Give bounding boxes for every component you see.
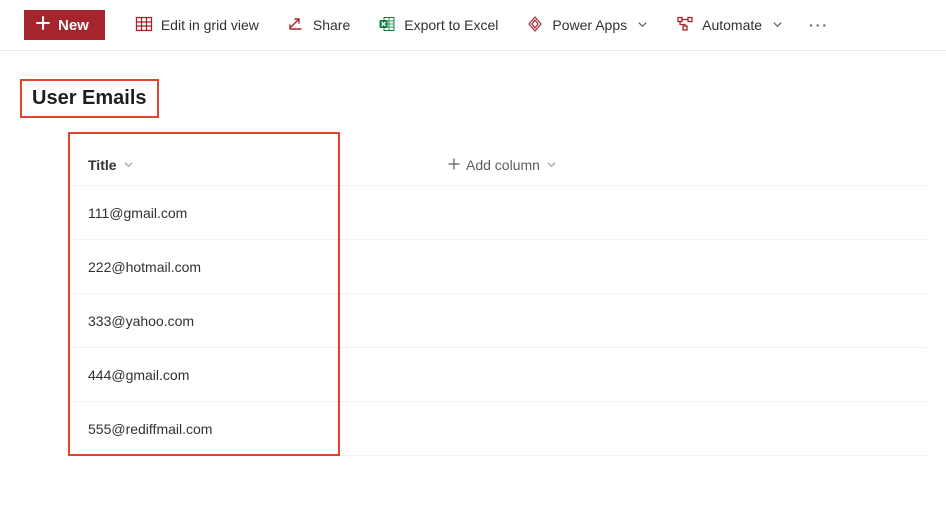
new-button-label: New xyxy=(58,17,89,34)
list-cell-title[interactable]: 555@rediffmail.com xyxy=(68,421,448,437)
automate-label: Automate xyxy=(702,17,762,33)
power-apps-button[interactable]: Power Apps xyxy=(516,11,658,40)
list-row[interactable]: 333@yahoo.com xyxy=(68,294,926,348)
chevron-down-icon xyxy=(123,157,134,173)
new-button[interactable]: New xyxy=(24,10,105,40)
column-header-title-label: Title xyxy=(88,157,117,173)
grid-icon xyxy=(135,15,153,36)
list-row[interactable]: 111@gmail.com xyxy=(68,186,926,240)
export-excel-label: Export to Excel xyxy=(404,17,498,33)
command-bar: New Edit in grid view Share xyxy=(0,0,946,51)
plus-icon xyxy=(36,16,50,34)
flow-icon xyxy=(676,15,694,36)
chevron-down-icon xyxy=(637,17,648,33)
share-icon xyxy=(287,15,305,36)
list-cell-title[interactable]: 333@yahoo.com xyxy=(68,313,448,329)
excel-icon xyxy=(378,15,396,36)
add-column-button[interactable]: Add column xyxy=(448,157,557,173)
power-apps-icon xyxy=(526,15,544,36)
column-header-row: Title Add column xyxy=(68,144,926,186)
share-button[interactable]: Share xyxy=(277,11,360,40)
plus-icon xyxy=(448,157,460,173)
list-cell-title[interactable]: 444@gmail.com xyxy=(68,367,448,383)
list-row[interactable]: 555@rediffmail.com xyxy=(68,402,926,456)
power-apps-label: Power Apps xyxy=(552,17,627,33)
list-content: User Emails Title Add column 111@gmai xyxy=(0,51,946,476)
list-row[interactable]: 444@gmail.com xyxy=(68,348,926,402)
add-column-label: Add column xyxy=(466,157,540,173)
more-actions-button[interactable]: ··· xyxy=(801,13,837,37)
list-grid: Title Add column 111@gmail.com 222@hotma… xyxy=(68,144,926,456)
list-row[interactable]: 222@hotmail.com xyxy=(68,240,926,294)
automate-button[interactable]: Automate xyxy=(666,11,793,40)
column-header-title[interactable]: Title xyxy=(68,157,448,173)
list-title[interactable]: User Emails xyxy=(20,79,159,118)
chevron-down-icon xyxy=(546,157,557,173)
list-cell-title[interactable]: 111@gmail.com xyxy=(68,205,448,221)
share-label: Share xyxy=(313,17,350,33)
edit-grid-label: Edit in grid view xyxy=(161,17,259,33)
edit-grid-button[interactable]: Edit in grid view xyxy=(125,11,269,40)
list-cell-title[interactable]: 222@hotmail.com xyxy=(68,259,448,275)
export-excel-button[interactable]: Export to Excel xyxy=(368,11,508,40)
chevron-down-icon xyxy=(772,17,783,33)
